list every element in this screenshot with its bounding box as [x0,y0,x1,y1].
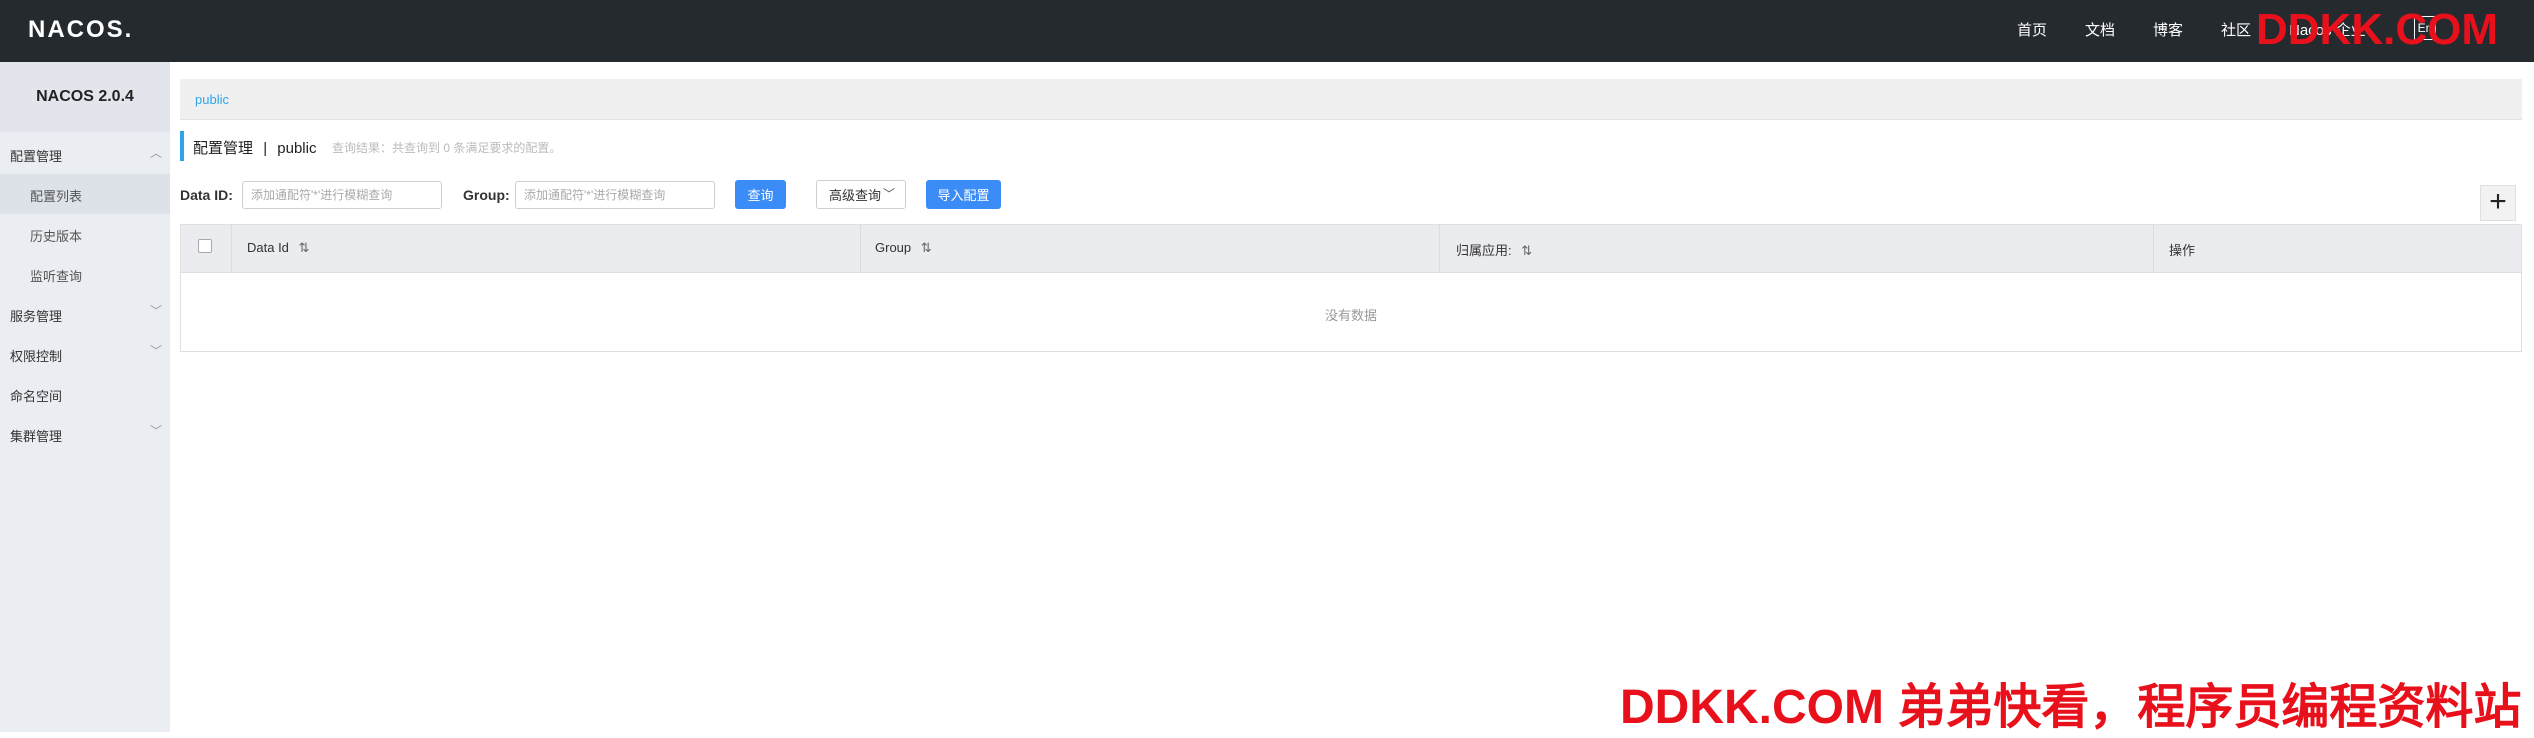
sidebar-item-history[interactable]: 历史版本 [30,226,82,245]
sidebar-version-title: NACOS 2.0.4 [0,62,170,132]
page-title-namespace: public [277,140,317,157]
sidebar-item-service-management[interactable]: 服务管理 [10,306,62,325]
top-header: NACOS. 首页 文档 博客 社区 Nacos 企业 En DDKK.COM [0,0,2534,62]
sidebar: NACOS 2.0.4 配置管理 ︿ 配置列表 历史版本 监听查询 服务管理 ﹀… [0,62,170,732]
chevron-down-icon: ﹀ [882,187,895,201]
nav-docs[interactable]: 文档 [2085,19,2115,40]
chevron-up-icon[interactable]: ︿ [150,144,162,161]
advanced-query-label: 高级查询 [829,188,882,203]
sort-icon[interactable]: ⇅ [921,240,932,255]
select-all-checkbox[interactable] [198,239,212,253]
import-config-button[interactable]: 导入配置 [926,180,1001,209]
sort-icon[interactable]: ⇅ [1521,243,1532,258]
column-group[interactable]: Group ⇅ [875,240,932,256]
sidebar-item-config-management[interactable]: 配置管理 [10,146,62,165]
data-id-input[interactable] [242,181,442,209]
data-id-label: Data ID: [180,187,233,203]
column-divider [2153,225,2154,272]
nav-community[interactable]: 社区 [2221,19,2251,40]
table-header: Data Id ⇅ Group ⇅ 归属应用: ⇅ 操作 [181,225,2521,273]
column-data-id[interactable]: Data Id ⇅ [247,240,309,256]
empty-table-message: 没有数据 [1324,308,1377,323]
config-table: Data Id ⇅ Group ⇅ 归属应用: ⇅ 操作 没有数据 [180,224,2522,352]
column-divider [231,225,232,272]
nav-home[interactable]: 首页 [2017,19,2047,40]
title-accent-bar [180,131,184,161]
page-title-label: 配置管理 [193,140,254,157]
sidebar-item-config-list[interactable]: 配置列表 [30,186,82,205]
column-actions: 操作 [2169,243,2196,258]
column-divider [860,225,861,272]
watermark-bottom: DDKK.COM 弟弟快看，程序员编程资料站 [1620,681,2522,734]
nav-blog[interactable]: 博客 [2153,19,2183,40]
title-separator: | [263,140,268,157]
page-title: 配置管理 | public [193,137,316,158]
sidebar-item-namespace[interactable]: 命名空间 [10,386,62,405]
namespace-link-public[interactable]: public [195,92,229,107]
column-app-label: 归属应用: [1456,243,1512,258]
sidebar-item-access-control[interactable]: 权限控制 [10,346,62,365]
column-divider [1439,225,1440,272]
sidebar-item-cluster-management[interactable]: 集群管理 [10,426,62,445]
watermark-top: DDKK.COM [2256,5,2498,54]
chevron-down-icon[interactable]: ﹀ [150,342,162,359]
namespace-bar: public [180,79,2522,120]
sort-icon[interactable]: ⇅ [299,240,310,255]
chevron-down-icon[interactable]: ﹀ [150,302,162,319]
query-result-hint: 查询结果：共查询到 0 条满足要求的配置。 [332,141,562,155]
query-button[interactable]: 查询 [735,180,786,209]
chevron-down-icon[interactable]: ﹀ [150,422,162,439]
group-label: Group: [463,187,510,203]
sidebar-item-listener-query[interactable]: 监听查询 [30,266,82,285]
column-data-id-label: Data Id [247,240,289,255]
add-config-button[interactable]: + [2480,185,2516,221]
sidebar-active-highlight [0,174,170,214]
nacos-logo[interactable]: NACOS. [28,16,133,44]
group-input[interactable] [515,181,715,209]
column-app[interactable]: 归属应用: ⇅ [1456,240,1532,259]
advanced-query-dropdown[interactable]: 高级查询 ﹀ [816,180,906,209]
column-group-label: Group [875,240,912,255]
